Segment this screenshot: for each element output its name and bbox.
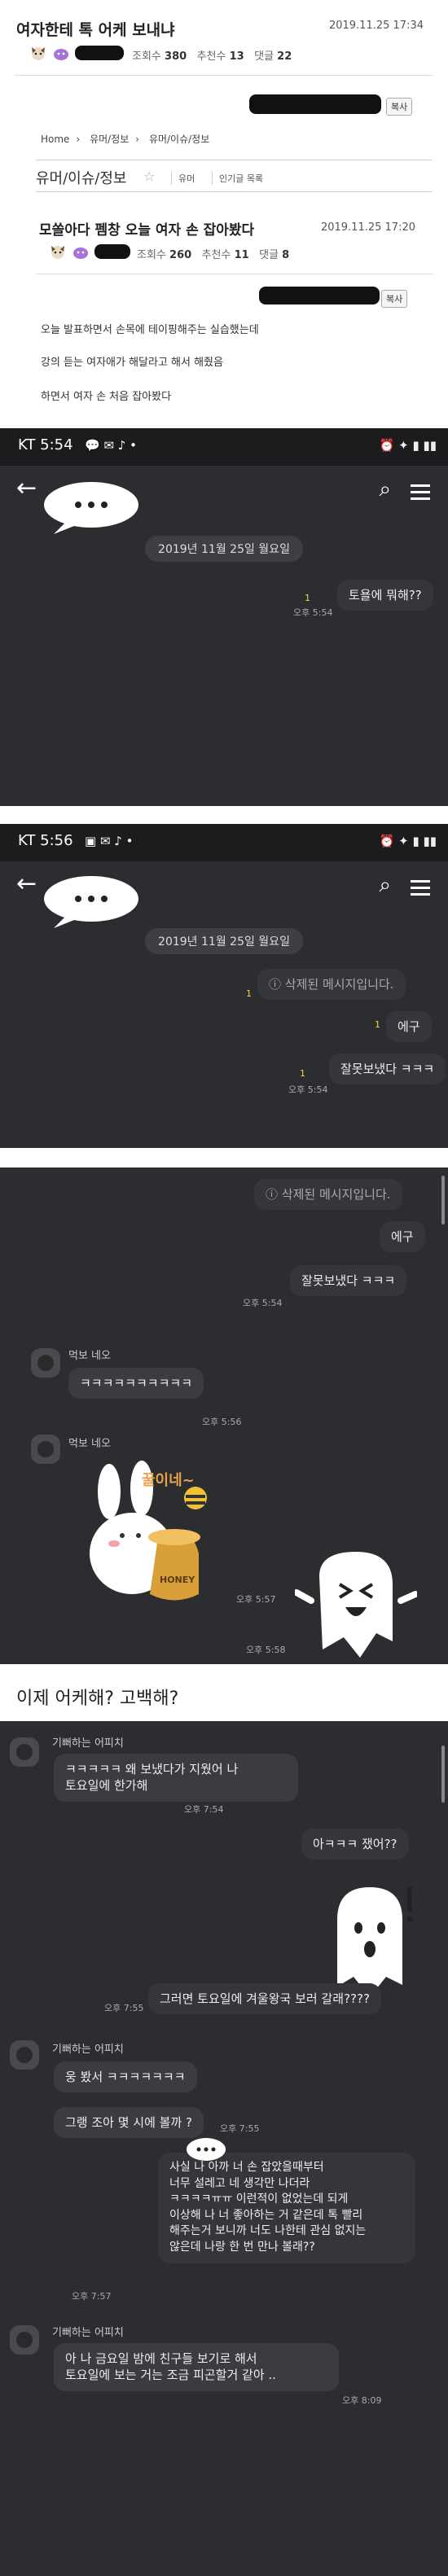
speech-bubble-avatar-icon bbox=[44, 482, 138, 534]
speech-bubble-avatar-icon bbox=[44, 876, 138, 928]
post-title: 여자한테 톡 어케 보내냐 bbox=[16, 21, 175, 39]
redacted-username bbox=[75, 46, 124, 60]
speech-bubble-overlay-icon bbox=[187, 2138, 226, 2161]
chat-screenshot-2: KT 5:56 ▣ ✉ ♪ • ⏰ ✦ ▮ ▮▮ ← ⌕ 2019년 11월 2… bbox=[0, 824, 448, 1148]
post-body-line: 오늘 발표하면서 손목에 테이핑해주는 실습했는데 bbox=[41, 324, 259, 336]
board-tab-humor[interactable]: 유머 bbox=[171, 172, 195, 185]
copy-button[interactable]: 복사 bbox=[381, 290, 408, 308]
sent-message[interactable]: 잘못보냈다 ㅋㅋㅋ bbox=[329, 1054, 446, 1085]
purple-character-icon bbox=[73, 248, 88, 259]
sent-message[interactable]: 잘못보냈다 ㅋㅋㅋ bbox=[290, 1265, 407, 1297]
sent-message[interactable]: 에구 bbox=[380, 1221, 425, 1253]
date-divider: 2019년 11월 25일 월요일 bbox=[145, 928, 303, 954]
received-message[interactable]: 웅 봤서 ㅋㅋㅋㅋㅋㅋㅋ bbox=[54, 2061, 197, 2093]
status-clock: KT 5:56 bbox=[18, 832, 73, 849]
dog-avatar-icon bbox=[32, 47, 45, 60]
sender-name: 기뻐하는 어피치 bbox=[52, 1737, 124, 1750]
status-bar: KT 5:54 💬 ✉ ♪ • ⏰ ✦ ▮ ▮▮ bbox=[0, 428, 448, 466]
received-message[interactable]: 그랭 조아 몇 시에 볼까 ? bbox=[54, 2107, 204, 2139]
notification-icons: 💬 ✉ ♪ • bbox=[85, 438, 137, 453]
status-bar: KT 5:56 ▣ ✉ ♪ • ⏰ ✦ ▮ ▮▮ bbox=[0, 824, 448, 861]
status-clock: KT 5:54 bbox=[18, 436, 73, 453]
avatar[interactable] bbox=[10, 2325, 39, 2355]
notification-icons: ▣ ✉ ♪ • bbox=[85, 834, 134, 848]
quoted-post-stats: 조회수 260 추천수 11 댓글 8 bbox=[137, 249, 290, 261]
board-tab-popular[interactable]: 인기글 목록 bbox=[212, 172, 263, 185]
message-time: 오후 7:55 bbox=[104, 2003, 144, 2013]
date-divider: 2019년 11월 25일 월요일 bbox=[145, 536, 303, 562]
unread-count: 1 bbox=[300, 1068, 305, 1079]
menu-icon[interactable] bbox=[411, 480, 430, 504]
post-body-line: 강의 듣는 여자애가 해달라고 해서 해줬음 bbox=[41, 357, 223, 369]
post-body-line: 하면서 여자 손 처음 잡아봤다 bbox=[41, 391, 172, 403]
crumb-humor-issue-info[interactable]: 유머/이슈/정보 bbox=[149, 134, 209, 145]
message-time: 오후 5:54 bbox=[288, 1084, 328, 1095]
copy-button[interactable]: 복사 bbox=[386, 98, 413, 116]
chat-screenshot-1: KT 5:54 💬 ✉ ♪ • ⏰ ✦ ▮ ▮▮ ← ⌕ 2019년 11월 2… bbox=[0, 428, 448, 806]
message-time: 오후 5:54 bbox=[293, 607, 333, 618]
message-time: 오후 8:09 bbox=[342, 2395, 382, 2406]
unread-count: 1 bbox=[305, 593, 310, 603]
message-time: 오후 5:58 bbox=[246, 1645, 286, 1655]
breadcrumb: Home › 유머/정보 › 유머/이슈/정보 bbox=[41, 134, 210, 145]
chat-screenshot-3: ⓘ 삭제된 메시지입니다. 에구 오후 5:54 잘못보냈다 ㅋㅋㅋ 먹보 네오… bbox=[0, 1168, 448, 1664]
forum-post-screenshot: 여자한테 톡 어케 보내냐 2019.11.25 17:34 조회수 380 추… bbox=[0, 0, 448, 428]
sender-name: 먹보 네오 bbox=[68, 1350, 111, 1362]
received-message[interactable]: ㅋㅋㅋㅋㅋ 왜 보냈다가 지웠어 나 토요일에 한가해 bbox=[54, 1754, 298, 1802]
sticker-label: HONEY bbox=[160, 1575, 195, 1585]
avatar[interactable] bbox=[31, 1348, 60, 1378]
sender-name: 기뻐하는 어피치 bbox=[52, 2327, 124, 2339]
message-time: 오후 5:57 bbox=[236, 1594, 276, 1605]
crumb-humor-info[interactable]: 유머/정보 bbox=[90, 134, 129, 145]
deleted-message: ⓘ 삭제된 메시지입니다. bbox=[257, 969, 406, 1001]
purple-character-icon bbox=[54, 49, 68, 60]
message-time: 오후 7:54 bbox=[184, 1804, 224, 1815]
search-icon[interactable]: ⌕ bbox=[379, 477, 391, 502]
message-time: 오후 7:57 bbox=[72, 2291, 112, 2302]
received-message[interactable]: ㅋㅋㅋㅋㅋㅋㅋㅋㅋㅋ bbox=[68, 1368, 204, 1400]
sent-message[interactable]: 토욜에 뭐해?? bbox=[337, 580, 433, 611]
received-message[interactable]: 아 나 금요일 밤에 친구들 보기로 해서 토요일에 보는 거는 조금 피곤할거 … bbox=[54, 2343, 339, 2391]
sender-name: 기뻐하는 어피치 bbox=[52, 2044, 124, 2056]
redacted-username bbox=[94, 244, 130, 259]
unread-count: 1 bbox=[375, 1019, 380, 1030]
quoted-post-date: 2019.11.25 17:20 bbox=[320, 221, 415, 234]
avatar[interactable] bbox=[10, 2040, 39, 2070]
caption-text: 이제 어케해? 고백해? bbox=[16, 1689, 179, 1709]
system-icons: ⏰ ✦ ▮ ▮▮ bbox=[379, 438, 437, 453]
crumb-home[interactable]: Home bbox=[41, 134, 69, 145]
quoted-post-title: 모쏠아다 펨창 오늘 여자 손 잡아봤다 bbox=[39, 222, 255, 239]
ghost-sticker-icon[interactable] bbox=[295, 1544, 417, 1664]
confession-message[interactable]: 사실 나 아까 너 손 잡았을때부터 너무 설레고 네 생각만 나더라 ㅋㅋㅋㅋㅠㅠ… bbox=[158, 2153, 415, 2263]
search-icon[interactable]: ⌕ bbox=[379, 873, 391, 898]
system-icons: ⏰ ✦ ▮ ▮▮ bbox=[379, 834, 437, 848]
board-header: 유머/이슈/정보 ☆ 유머 인기글 목록 bbox=[36, 160, 432, 192]
message-time: 오후 7:55 bbox=[220, 2123, 260, 2134]
sent-message[interactable]: 에구 bbox=[386, 1011, 432, 1043]
sticker-text: 꿀이네~ bbox=[142, 1472, 195, 1489]
sent-message[interactable]: 아ㅋㅋㅋ 쟀어?? bbox=[301, 1829, 409, 1860]
unread-count: 1 bbox=[246, 988, 252, 999]
avatar[interactable] bbox=[10, 1737, 39, 1767]
chat-screenshot-4: 기뻐하는 어피치 ㅋㅋㅋㅋㅋ 왜 보냈다가 지웠어 나 토요일에 한가해 오후 7… bbox=[0, 1721, 448, 2576]
star-icon[interactable]: ☆ bbox=[143, 169, 155, 184]
menu-icon[interactable] bbox=[411, 876, 430, 900]
post-stats: 조회수 380 추천수 13 댓글 22 bbox=[132, 50, 292, 63]
message-time: 오후 5:54 bbox=[243, 1298, 283, 1308]
dog-avatar-icon bbox=[51, 246, 64, 259]
board-name[interactable]: 유머/이슈/정보 bbox=[36, 167, 127, 188]
back-arrow-icon[interactable]: ← bbox=[16, 870, 37, 898]
redacted-url bbox=[249, 94, 381, 114]
post-date: 2019.11.25 17:34 bbox=[328, 20, 424, 32]
deleted-message: ⓘ 삭제된 메시지입니다. bbox=[254, 1179, 402, 1211]
avatar[interactable] bbox=[31, 1435, 60, 1464]
sent-message[interactable]: 그러면 토요일에 겨울왕국 보러 갈래???? bbox=[148, 1983, 381, 2015]
sender-name: 먹보 네오 bbox=[68, 1438, 111, 1450]
redacted-url bbox=[259, 287, 380, 304]
back-arrow-icon[interactable]: ← bbox=[16, 474, 37, 502]
message-time: 오후 5:56 bbox=[202, 1417, 242, 1427]
